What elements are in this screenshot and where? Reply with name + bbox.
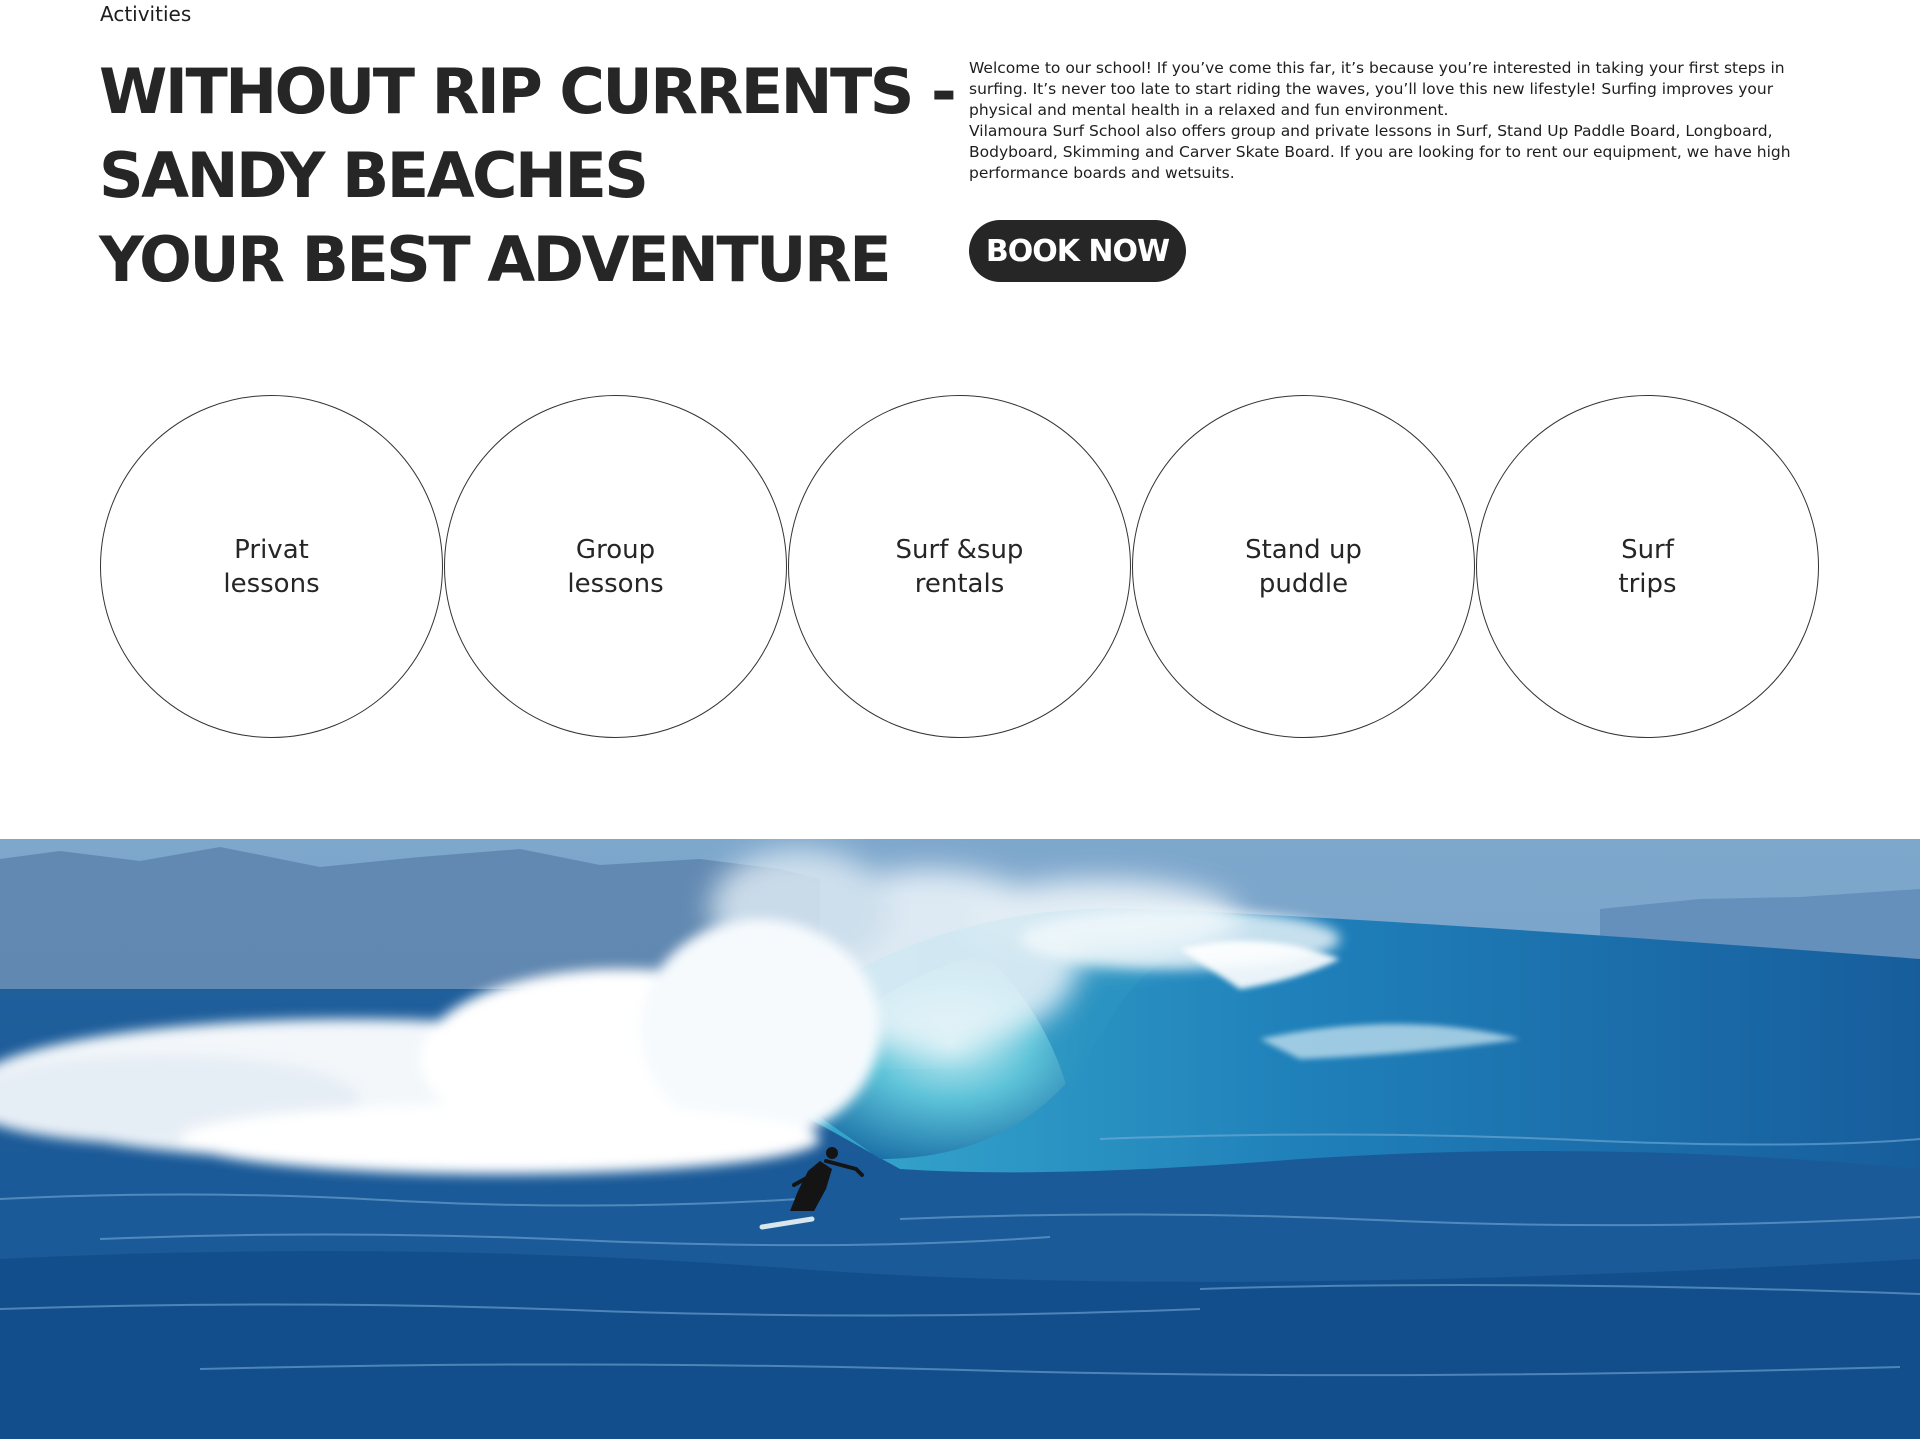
activity-label: Privat lessons (192, 533, 352, 601)
activity-label-line-1: Surf (1621, 534, 1674, 565)
headline-line-1: WITHOUT RIP CURRENTS - (99, 55, 957, 128)
headline-line-2: SANDY BEACHES (99, 139, 649, 212)
activity-label-line-1: Stand up (1245, 534, 1362, 565)
hero-image (0, 839, 1920, 1439)
activity-label-line-2: lessons (567, 568, 664, 599)
activity-label: Group lessons (536, 533, 696, 601)
activity-stand-up-paddle[interactable]: Stand up puddle (1132, 395, 1475, 738)
activity-group-lessons[interactable]: Group lessons (444, 395, 787, 738)
intro-paragraph-2: Vilamoura Surf School also offers group … (969, 122, 1791, 182)
activity-surf-trips[interactable]: Surf trips (1476, 395, 1819, 738)
book-now-button[interactable]: BOOK NOW (969, 220, 1186, 282)
activity-surf-sup-rentals[interactable]: Surf &sup rentals (788, 395, 1131, 738)
headline: WITHOUT RIP CURRENTS - SANDY BEACHES YOU… (99, 50, 957, 302)
surfer-wave-illustration (0, 839, 1920, 1439)
page: Activities WITHOUT RIP CURRENTS - SANDY … (0, 0, 1920, 1439)
intro-paragraph-1: Welcome to our school! If you’ve come th… (969, 59, 1785, 119)
activity-label: Surf &sup rentals (880, 533, 1040, 601)
headline-line-3: YOUR BEST ADVENTURE (99, 223, 892, 296)
activity-label-line-2: puddle (1258, 568, 1349, 599)
activity-label: Stand up puddle (1224, 533, 1384, 601)
activity-label-line-1: Group (575, 534, 656, 565)
activity-label-line-2: lessons (223, 568, 320, 599)
activity-label-line-2: rentals (914, 568, 1005, 599)
activity-label: Surf trips (1568, 533, 1728, 601)
activity-label-line-1: Privat (234, 534, 309, 565)
activity-label-line-2: trips (1618, 568, 1677, 599)
activities-list: Privat lessons Group lessons Surf &sup r… (100, 395, 1820, 740)
section-label: Activities (100, 2, 192, 26)
intro-text: Welcome to our school! If you’ve come th… (969, 58, 1829, 184)
activity-label-line-1: Surf &sup (895, 534, 1024, 565)
activity-private-lessons[interactable]: Privat lessons (100, 395, 443, 738)
